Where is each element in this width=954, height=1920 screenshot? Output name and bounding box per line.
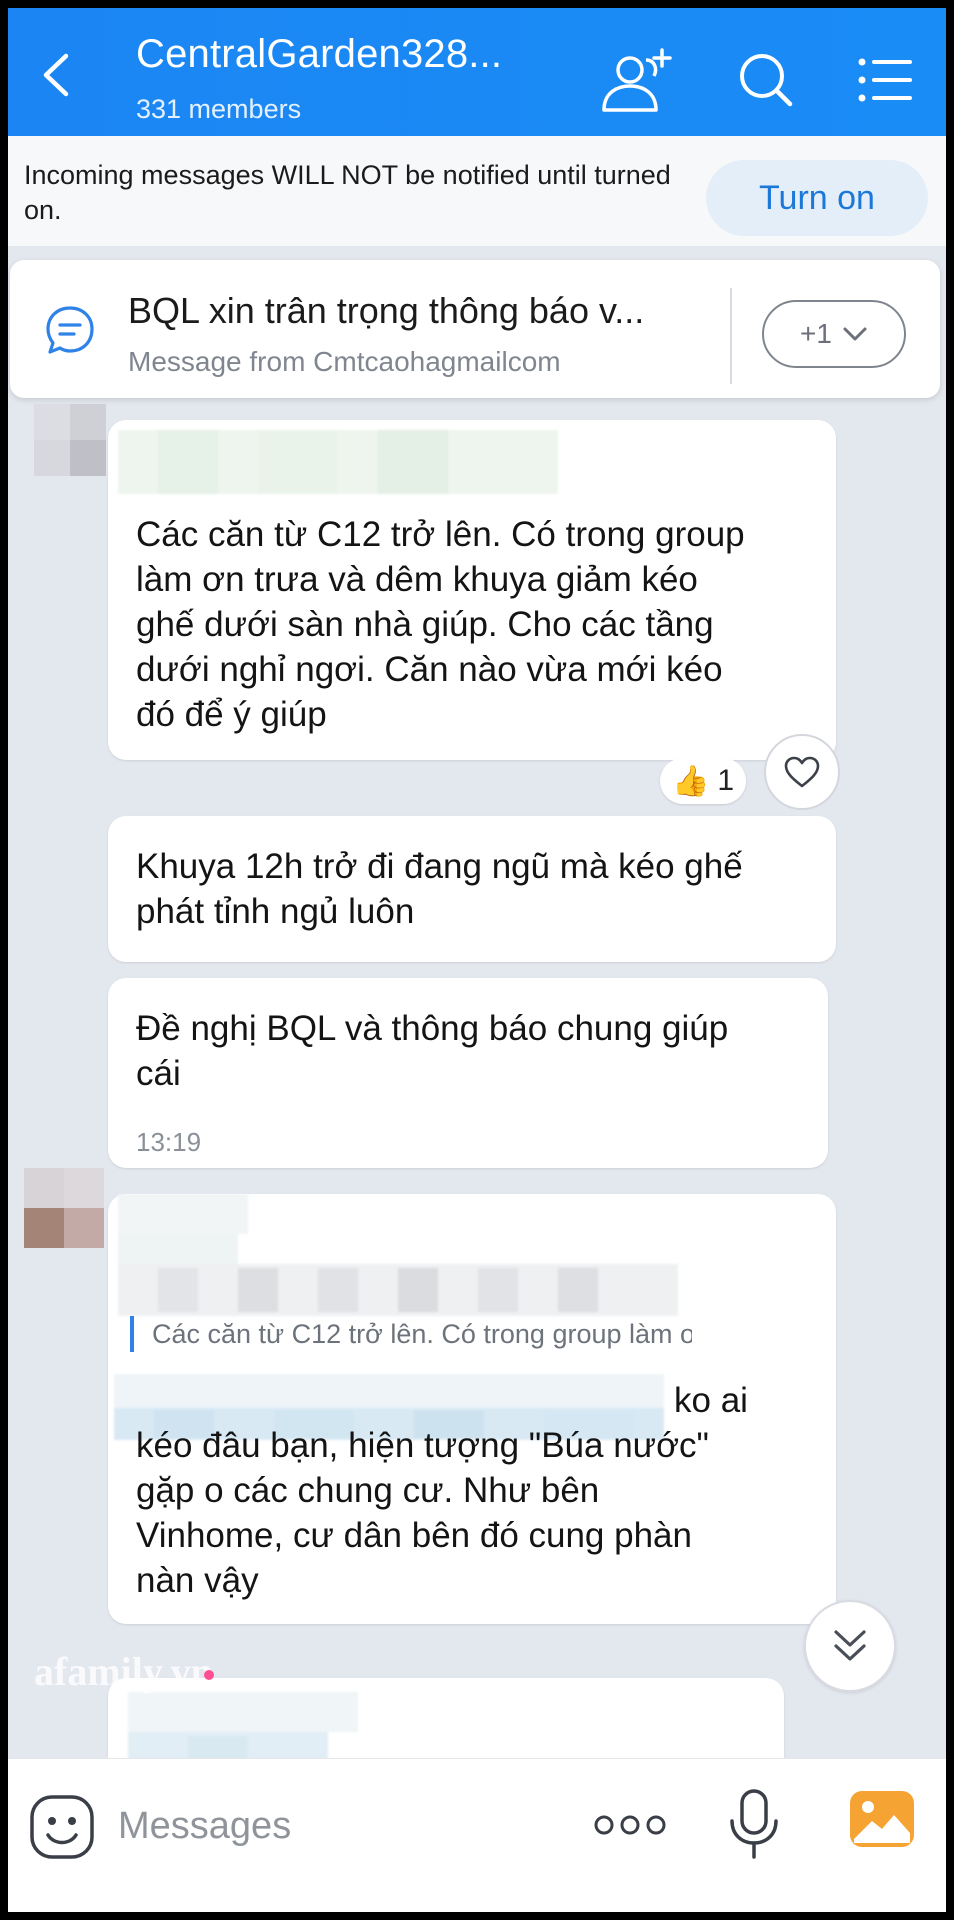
watermark: afamily.vn — [34, 1649, 213, 1694]
message-text: ko ai — [674, 1381, 748, 1420]
message-text: kéo đâu bạn, hiện tượng "Búa nước" gặp o… — [136, 1423, 709, 1603]
reaction-badge[interactable]: 👍 1 — [660, 758, 746, 804]
pinned-more-label: +1 — [800, 318, 832, 349]
text-line: ghế dưới sàn nhà giúp. Cho các tầng — [136, 605, 714, 644]
pinned-more-button[interactable]: +1 — [762, 300, 906, 368]
message-input[interactable] — [116, 1795, 450, 1857]
text-line: đó để ý giúp — [136, 695, 327, 734]
typing-dot — [204, 1670, 214, 1680]
text-line: cái — [136, 1054, 181, 1093]
message-bubble[interactable]: Đề nghị BQL và thông báo chung giúp cái … — [108, 978, 828, 1168]
message-bubble[interactable]: Các căn từ C12 trở lên. Có trong group l… — [108, 1194, 836, 1624]
microphone-icon[interactable] — [726, 1787, 782, 1861]
emoji-icon[interactable] — [28, 1793, 96, 1861]
text-line: làm ơn trưa và dêm khuya giảm kéo — [136, 560, 698, 599]
add-user-icon[interactable] — [592, 46, 676, 116]
message-text: Khuya 12h trở đi đang ngũ mà kéo ghế phá… — [136, 844, 743, 934]
reaction-count: 1 — [717, 764, 735, 797]
divider — [730, 288, 732, 384]
chat-header: CentralGarden328... 331 members — [8, 8, 946, 136]
double-chevron-down-icon — [834, 1630, 866, 1661]
message-bubble[interactable]: Các căn từ C12 trở lên. Có trong group l… — [108, 420, 836, 760]
group-title[interactable]: CentralGarden328... — [136, 32, 502, 77]
chat-screen: CentralGarden328... 331 members Incoming… — [8, 8, 946, 1912]
scroll-to-bottom-button[interactable] — [804, 1600, 896, 1692]
pinned-title: BQL xin trân trọng thông báo v... — [128, 290, 645, 331]
heart-icon — [784, 756, 820, 788]
thumbs-up-icon: 👍 — [671, 764, 710, 798]
notification-notice: Incoming messages WILL NOT be notified u… — [8, 136, 946, 246]
text-line: phát tỉnh ngủ luôn — [136, 892, 415, 931]
turn-on-button[interactable]: Turn on — [706, 160, 928, 236]
chevron-down-icon — [843, 327, 867, 341]
pinned-message[interactable]: BQL xin trân trọng thông báo v... Messag… — [10, 260, 940, 398]
sender-name-redacted — [118, 1194, 678, 1316]
more-dots-icon[interactable] — [592, 1801, 668, 1849]
search-icon[interactable] — [724, 46, 808, 116]
text-line: Khuya 12h trở đi đang ngũ mà kéo ghế — [136, 847, 743, 886]
message-text: Các căn từ C12 trở lên. Có trong group l… — [136, 512, 745, 737]
quoted-message[interactable]: Các căn từ C12 trở lên. Có trong group l… — [130, 1316, 692, 1352]
message-text: Đề nghị BQL và thông báo chung giúp cái — [136, 1006, 728, 1096]
react-button[interactable] — [764, 734, 840, 810]
text-line: Các căn từ C12 trở lên. Có trong group — [136, 515, 745, 554]
notice-text: Incoming messages WILL NOT be notified u… — [24, 160, 671, 225]
list-menu-icon[interactable] — [850, 46, 934, 116]
sender-avatar[interactable] — [24, 1168, 104, 1248]
sender-name-redacted — [118, 430, 558, 494]
text-line: kéo đâu bạn, hiện tượng "Búa nước" — [136, 1426, 709, 1465]
back-arrow-icon[interactable] — [36, 50, 76, 100]
message-bubble-icon — [46, 306, 94, 354]
message-input-bar — [8, 1758, 946, 1912]
text-line: Đề nghị BQL và thông báo chung giúp — [136, 1009, 729, 1048]
image-icon[interactable] — [848, 1789, 916, 1849]
sender-avatar[interactable] — [34, 404, 106, 476]
text-line: dưới nghỉ ngơi. Căn nào vừa mới kéo — [136, 650, 723, 689]
member-count[interactable]: 331 members — [136, 94, 301, 125]
pinned-subtitle: Message from Cmtcaohagmailcom — [128, 346, 561, 377]
message-time: 13:19 — [136, 1127, 202, 1157]
text-line: nàn vậy — [136, 1561, 259, 1600]
text-line: gặp o các chung cư. Như bên — [136, 1471, 600, 1510]
text-line: Vinhome, cư dân bên đó cung phàn — [136, 1516, 692, 1555]
message-bubble[interactable]: Khuya 12h trở đi đang ngũ mà kéo ghế phá… — [108, 816, 836, 962]
